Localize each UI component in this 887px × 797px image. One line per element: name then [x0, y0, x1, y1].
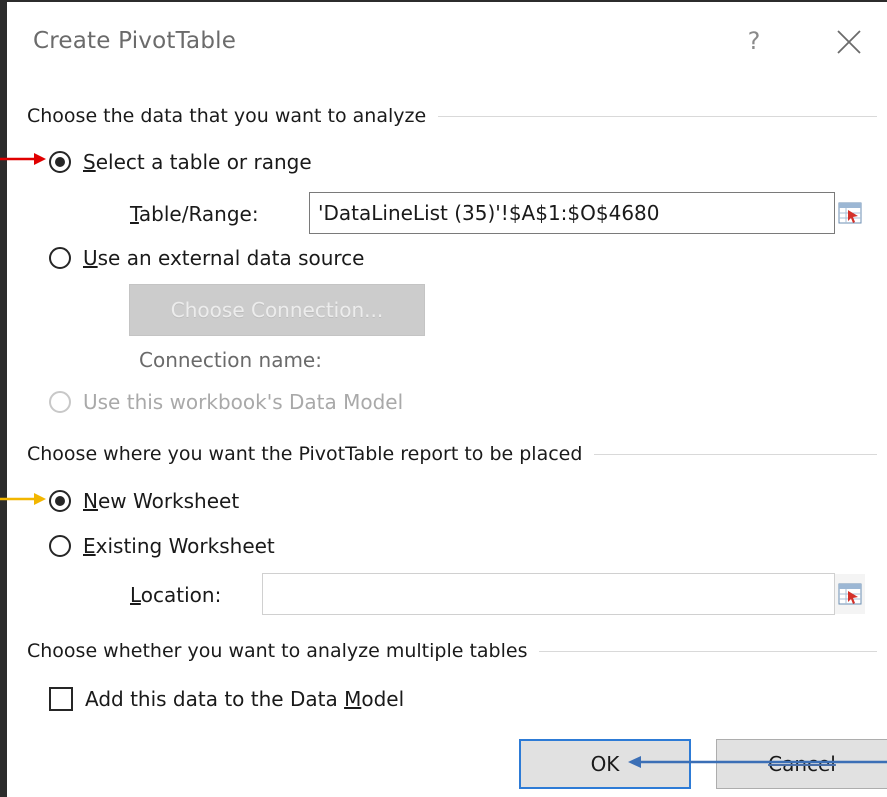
select-table-radio[interactable] — [49, 151, 71, 173]
collapse-dialog-icon[interactable] — [835, 193, 865, 233]
placement-section-header: Choose where you want the PivotTable rep… — [27, 439, 877, 469]
multiple-section-heading: Choose whether you want to analyze multi… — [27, 640, 528, 662]
data-model-option[interactable]: Use this workbook's Data Model — [49, 386, 403, 418]
external-source-option[interactable]: Use an external data source — [49, 242, 365, 274]
add-to-model-option[interactable]: Add this data to the Data Model — [49, 683, 404, 715]
data-model-radio[interactable] — [49, 391, 71, 413]
add-to-model-checkbox[interactable] — [49, 687, 73, 711]
add-to-model-label: Add this data to the Data Model — [85, 687, 405, 711]
close-icon[interactable] — [835, 28, 863, 56]
multiple-section-header: Choose whether you want to analyze multi… — [27, 636, 877, 666]
table-range-label: Table/Range: — [130, 202, 259, 226]
new-worksheet-radio[interactable] — [49, 490, 71, 512]
data-model-label: Use this workbook's Data Model — [83, 390, 404, 414]
location-input[interactable] — [262, 573, 835, 615]
help-button[interactable]: ? — [742, 24, 766, 58]
existing-worksheet-radio[interactable] — [49, 535, 71, 557]
ok-button[interactable]: OK — [519, 739, 691, 789]
divider — [539, 650, 877, 652]
data-section-heading: Choose the data that you want to analyze — [27, 105, 427, 127]
existing-worksheet-option[interactable]: Existing Worksheet — [49, 530, 275, 562]
existing-worksheet-label: Existing Worksheet — [83, 534, 275, 558]
select-table-option[interactable]: Select a table or range — [49, 146, 312, 178]
dialog-window: Create PivotTable ? Choose the data that… — [0, 0, 887, 797]
title-bar: Create PivotTable ? — [7, 2, 887, 90]
table-range-input[interactable]: 'DataLineList (35)'!$A$1:$O$4680 — [309, 192, 835, 234]
placement-section-heading: Choose where you want the PivotTable rep… — [27, 443, 583, 465]
collapse-dialog-icon[interactable] — [835, 574, 865, 614]
location-label: Location: — [130, 583, 222, 607]
data-section-header: Choose the data that you want to analyze — [27, 101, 877, 131]
external-source-radio[interactable] — [49, 247, 71, 269]
new-worksheet-option[interactable]: New Worksheet — [49, 485, 239, 517]
choose-connection-button[interactable]: Choose Connection... — [129, 284, 425, 336]
divider — [438, 115, 877, 117]
divider — [594, 453, 877, 455]
dialog-title: Create PivotTable — [33, 28, 237, 54]
select-table-label: Select a table or range — [83, 150, 312, 174]
external-source-label: Use an external data source — [83, 246, 365, 270]
cancel-button[interactable]: Cancel — [716, 739, 887, 789]
connection-name-label: Connection name: — [139, 348, 322, 372]
new-worksheet-label: New Worksheet — [83, 489, 240, 513]
